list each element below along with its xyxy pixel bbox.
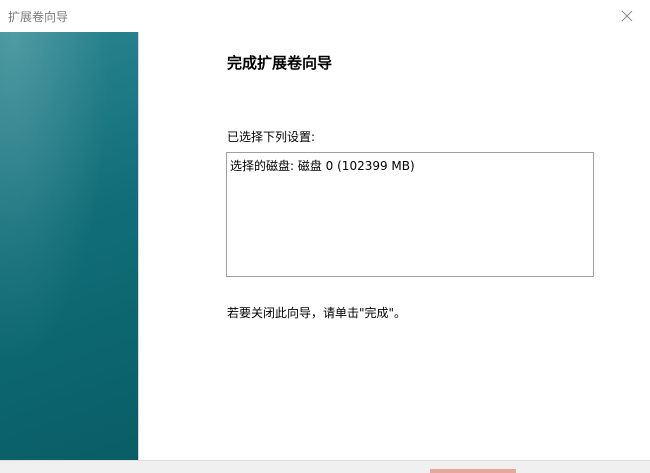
selected-settings-box[interactable]: 选择的磁盘: 磁盘 0 (102399 MB) xyxy=(226,152,594,277)
side-divider xyxy=(138,32,139,460)
title-bar: 扩展卷向导 xyxy=(0,0,650,32)
finish-button[interactable] xyxy=(430,469,516,473)
window-title: 扩展卷向导 xyxy=(8,10,69,24)
close-button[interactable] xyxy=(604,0,650,32)
wizard-side-banner xyxy=(0,32,138,460)
selected-disk-line: 选择的磁盘: 磁盘 0 (102399 MB) xyxy=(230,159,415,173)
button-bar xyxy=(0,460,650,473)
close-icon xyxy=(621,10,633,22)
finish-instruction: 若要关闭此向导，请单击"完成"。 xyxy=(227,306,407,320)
settings-label: 已选择下列设置: xyxy=(227,130,316,144)
wizard-heading: 完成扩展卷向导 xyxy=(227,54,333,72)
